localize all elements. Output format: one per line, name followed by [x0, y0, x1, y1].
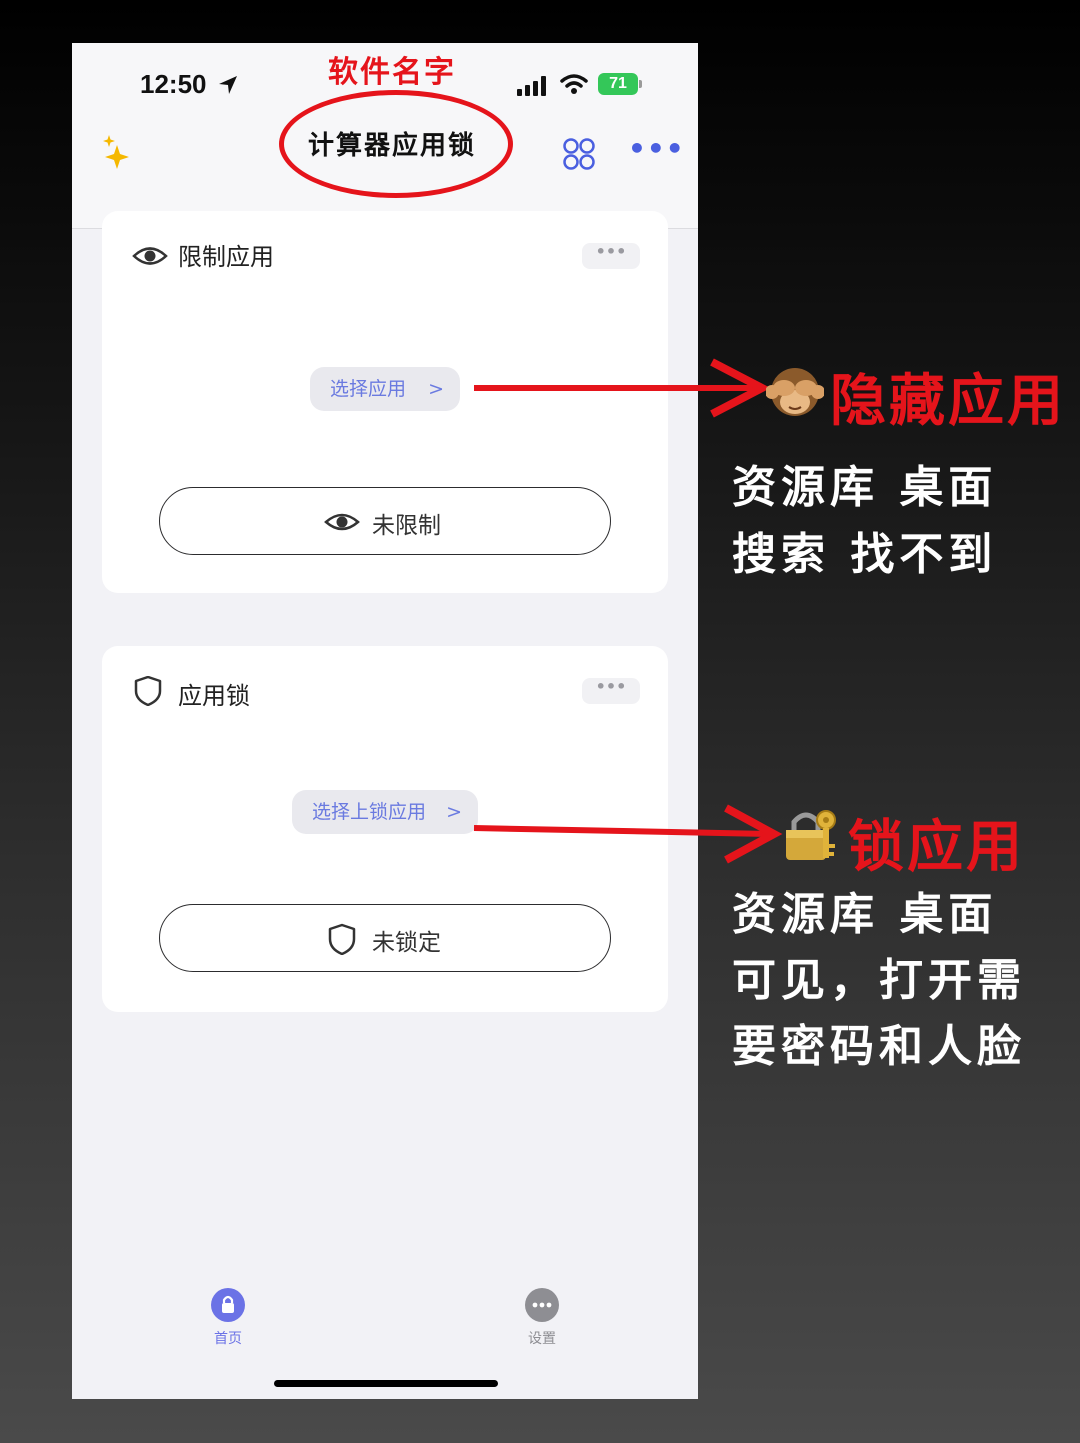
select-lock-apps-button[interactable]: 选择上锁应用 >	[292, 790, 478, 834]
annotation-hide-desc-1: 资源库 桌面	[732, 462, 998, 513]
annotation-ellipse	[279, 90, 513, 198]
shield-icon	[134, 676, 162, 706]
phone-screen: 12:50 71 软件名字 计算器应用锁 ••• 限制应用 ••• 选择应用 >…	[72, 43, 698, 1399]
annotation-lock-desc-3: 要密码和人脸	[732, 1021, 1026, 1072]
card-title: 应用锁	[178, 682, 250, 710]
restriction-status-button[interactable]: 未限制	[159, 487, 611, 555]
select-apps-button[interactable]: 选择应用 >	[310, 367, 460, 411]
lock-status-label: 未锁定	[372, 930, 441, 956]
see-no-evil-monkey-icon	[766, 368, 824, 416]
home-indicator	[274, 1380, 498, 1387]
tab-home[interactable]: 首页	[200, 1288, 256, 1348]
battery-level: 71	[598, 73, 638, 95]
annotation-lock-desc-2: 可见，打开需	[732, 955, 1026, 1006]
tab-settings-label: 设置	[528, 1331, 556, 1347]
select-apps-label: 选择应用	[330, 378, 407, 400]
lock-with-key-icon	[786, 810, 836, 860]
wifi-icon	[560, 74, 588, 94]
sparkle-icon[interactable]	[102, 135, 132, 169]
chevron-right-icon: >	[446, 801, 462, 823]
card-menu-button[interactable]: •••	[582, 678, 640, 704]
location-arrow-icon	[219, 76, 237, 94]
restrict-apps-card: 限制应用 ••• 选择应用 > 未限制	[102, 211, 668, 593]
restriction-status-label: 未限制	[372, 513, 441, 539]
annotation-app-name: 软件名字	[328, 55, 456, 90]
tab-settings[interactable]: 设置	[514, 1288, 570, 1348]
eye-icon	[132, 247, 168, 265]
battery-icon: 71	[598, 73, 642, 95]
apps-grid-icon[interactable]	[562, 137, 596, 171]
app-lock-card: 应用锁 ••• 选择上锁应用 > 未锁定	[102, 646, 668, 1012]
annotation-hide-title: 隐藏应用	[830, 369, 1066, 434]
arrow-head-hide	[710, 358, 771, 418]
eye-icon	[324, 513, 360, 531]
annotation-hide-desc-2: 搜索 找不到	[732, 529, 998, 580]
annotation-lock-title: 锁应用	[848, 815, 1025, 880]
card-title: 限制应用	[178, 243, 274, 271]
annotation-lock-desc-1: 资源库 桌面	[732, 889, 998, 940]
cellular-signal-icon	[517, 76, 546, 96]
chevron-right-icon: >	[428, 378, 444, 400]
shield-icon	[328, 923, 356, 955]
status-time: 12:50	[140, 69, 207, 99]
lock-icon	[211, 1288, 245, 1322]
battery-cap	[639, 80, 642, 88]
more-options-button[interactable]: •••	[628, 135, 684, 165]
arrow-head-lock	[724, 804, 783, 864]
more-dots-icon	[525, 1288, 559, 1322]
lock-status-button[interactable]: 未锁定	[159, 904, 611, 972]
tab-home-label: 首页	[214, 1331, 242, 1347]
card-menu-button[interactable]: •••	[582, 243, 640, 269]
select-lock-apps-label: 选择上锁应用	[312, 801, 427, 823]
